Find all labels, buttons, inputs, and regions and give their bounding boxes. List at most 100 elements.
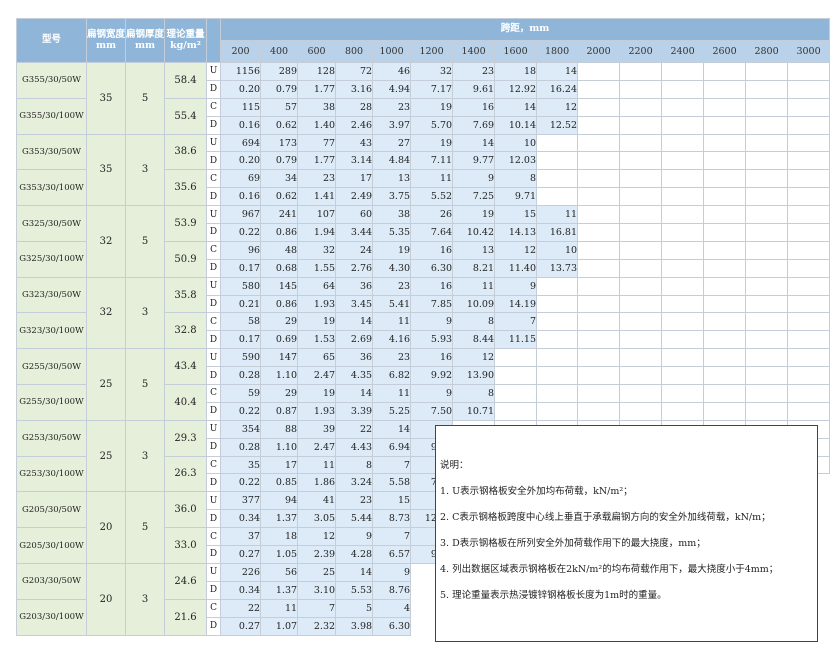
value-cell: 38 bbox=[372, 205, 412, 225]
empty-cell bbox=[745, 384, 789, 403]
value-cell: 16 bbox=[410, 276, 454, 296]
value-cell: 1.41 bbox=[297, 187, 337, 207]
value-cell: 10.09 bbox=[452, 294, 496, 314]
value-cell: 23 bbox=[372, 348, 412, 368]
value-cell: 0.79 bbox=[260, 151, 299, 171]
empty-cell bbox=[787, 62, 831, 81]
table-row: G255/30/50W 25 5 43.4 U 590 147 65 36 23 16 12 bbox=[16, 348, 831, 421]
model-cell: G355/30/100W bbox=[16, 97, 87, 135]
empty-cell bbox=[577, 79, 621, 99]
model-cell: G353/30/50W bbox=[16, 133, 87, 171]
value-cell: 19 bbox=[297, 384, 337, 403]
value-cell: 6.94 bbox=[372, 437, 412, 457]
empty-cell bbox=[745, 169, 789, 189]
value-cell: 59 bbox=[220, 384, 262, 403]
value-cell: 14 bbox=[494, 97, 538, 117]
value-cell: 3.97 bbox=[372, 115, 412, 135]
thickness-cell: 3 bbox=[125, 276, 166, 350]
model-cell: G325/30/50W bbox=[16, 205, 87, 242]
empty-cell bbox=[703, 133, 747, 153]
load-type-cell: D bbox=[206, 223, 222, 242]
model-cell: G253/30/100W bbox=[16, 455, 87, 493]
empty-cell bbox=[745, 223, 789, 242]
width-cell: 35 bbox=[85, 62, 127, 135]
value-cell: 147 bbox=[260, 348, 299, 368]
value-cell: 11 bbox=[260, 598, 299, 618]
value-cell: 57 bbox=[260, 97, 299, 117]
value-cell: 6.82 bbox=[372, 366, 412, 386]
load-type-cell: C bbox=[206, 455, 222, 475]
value-cell: 12 bbox=[452, 348, 496, 368]
empty-cell bbox=[619, 312, 663, 332]
value-cell: 9 bbox=[410, 384, 454, 403]
empty-cell bbox=[661, 79, 705, 99]
empty-cell bbox=[787, 133, 831, 153]
value-cell: 7.11 bbox=[410, 151, 454, 171]
empty-cell bbox=[661, 115, 705, 135]
value-cell: 2.32 bbox=[297, 616, 337, 636]
value-cell: 26 bbox=[410, 205, 454, 225]
empty-cell bbox=[703, 97, 747, 117]
value-cell: 96 bbox=[220, 240, 262, 260]
empty-cell bbox=[661, 205, 705, 225]
weight-cell: 40.4 bbox=[164, 384, 208, 421]
thickness-cell: 5 bbox=[125, 491, 166, 564]
value-cell: 32 bbox=[410, 62, 454, 81]
empty-cell bbox=[745, 187, 789, 207]
value-cell: 1.93 bbox=[297, 294, 337, 314]
value-cell: 29 bbox=[260, 312, 299, 332]
span-header-cell: 1000 bbox=[372, 40, 412, 63]
value-cell: 69 bbox=[220, 169, 262, 189]
value-cell: 0.27 bbox=[220, 545, 262, 564]
value-cell: 11 bbox=[410, 169, 454, 189]
empty-cell bbox=[619, 401, 663, 421]
value-cell: 18 bbox=[494, 62, 538, 81]
span-header-cell: 1400 bbox=[452, 40, 496, 63]
weight-cell: 26.3 bbox=[164, 455, 208, 493]
empty-cell bbox=[577, 366, 621, 386]
value-cell: 3.75 bbox=[372, 187, 412, 207]
empty-cell bbox=[787, 151, 831, 171]
empty-cell bbox=[745, 312, 789, 332]
empty-cell bbox=[536, 330, 579, 350]
empty-cell bbox=[577, 330, 621, 350]
value-cell: 16 bbox=[410, 348, 454, 368]
value-cell: 2.46 bbox=[335, 115, 374, 135]
empty-cell bbox=[787, 258, 831, 278]
load-type-cell: C bbox=[206, 169, 222, 189]
empty-cell bbox=[787, 115, 831, 135]
value-cell: 7 bbox=[297, 598, 337, 618]
empty-cell bbox=[745, 62, 789, 81]
value-cell: 22 bbox=[335, 419, 374, 439]
value-cell: 24 bbox=[335, 240, 374, 260]
value-cell: 580 bbox=[220, 276, 262, 296]
notes-title: 说明： bbox=[440, 460, 469, 471]
value-cell: 36 bbox=[335, 276, 374, 296]
value-cell: 128 bbox=[297, 62, 337, 81]
value-cell: 6.30 bbox=[410, 258, 454, 278]
load-type-cell: U bbox=[206, 133, 222, 153]
value-cell: 8.21 bbox=[452, 258, 496, 278]
empty-cell bbox=[703, 366, 747, 386]
empty-cell bbox=[745, 276, 789, 296]
value-cell: 14.13 bbox=[494, 223, 538, 242]
model-cell: G205/30/100W bbox=[16, 527, 87, 564]
value-cell: 5.93 bbox=[410, 330, 454, 350]
table-row: G325/30/50W 32 5 53.9 U 967 241 107 60 38 26 19 15 11 bbox=[16, 205, 831, 278]
value-cell: 9.71 bbox=[494, 187, 538, 207]
empty-cell bbox=[536, 312, 579, 332]
value-cell: 9 bbox=[452, 169, 496, 189]
value-cell: 14 bbox=[536, 62, 579, 81]
empty-cell bbox=[536, 187, 579, 207]
value-cell: 46 bbox=[372, 62, 412, 81]
value-cell: 107 bbox=[297, 205, 337, 225]
value-cell: 1.37 bbox=[260, 509, 299, 529]
empty-cell bbox=[787, 312, 831, 332]
value-cell: 8 bbox=[335, 455, 374, 475]
empty-cell bbox=[661, 240, 705, 260]
table-row: G355/30/50W 35 5 58.4 U 1156 289 128 72 46 32 23 18 1… bbox=[16, 62, 831, 135]
empty-cell bbox=[703, 384, 747, 403]
value-cell: 4.94 bbox=[372, 79, 412, 99]
empty-cell bbox=[745, 115, 789, 135]
value-cell: 11 bbox=[372, 312, 412, 332]
